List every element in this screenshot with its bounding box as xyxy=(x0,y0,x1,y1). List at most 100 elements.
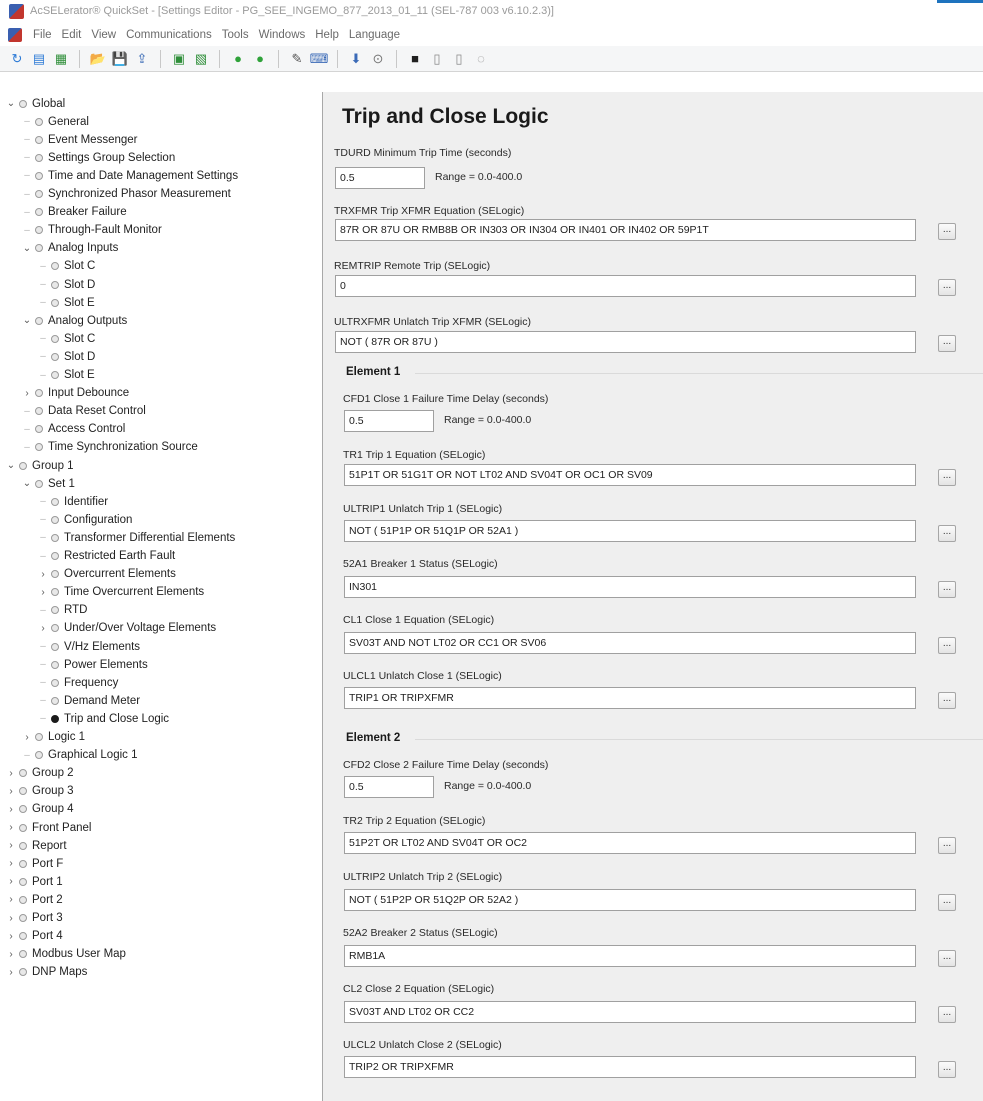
tree-item-slot-c[interactable]: – Slot C xyxy=(38,330,95,347)
tree-item-data-reset-control[interactable]: – Data Reset Control xyxy=(22,403,146,420)
ulcl1-input[interactable] xyxy=(344,687,916,709)
ultrip2-edit-button[interactable]: ... xyxy=(938,894,956,911)
tr2-edit-button[interactable]: ... xyxy=(938,837,956,854)
cfd1-input[interactable] xyxy=(344,410,434,432)
export-icon[interactable]: ▧ xyxy=(192,50,210,68)
tree-item-graphical-logic-1[interactable]: – Graphical Logic 1 xyxy=(22,747,137,764)
chevron-down-icon[interactable]: ⌄ xyxy=(22,315,32,326)
cl2-edit-button[interactable]: ... xyxy=(938,1006,956,1023)
tree-item-access-control[interactable]: – Access Control xyxy=(22,421,125,438)
tree-item-power-elements[interactable]: – Power Elements xyxy=(38,656,148,673)
tree-item-time-synchronization-source[interactable]: – Time Synchronization Source xyxy=(22,439,198,456)
cl1-edit-button[interactable]: ... xyxy=(938,637,956,654)
chevron-right-icon[interactable]: › xyxy=(6,858,16,869)
tree-item-identifier[interactable]: – Identifier xyxy=(38,493,108,510)
tree-item-slot-c[interactable]: – Slot C xyxy=(38,258,95,275)
menu-language[interactable]: Language xyxy=(344,29,405,41)
event-icon[interactable]: ⬇ xyxy=(347,50,365,68)
cl2-input[interactable] xyxy=(344,1001,916,1023)
remtrip-edit-button[interactable]: ... xyxy=(938,279,956,296)
menu-tools[interactable]: Tools xyxy=(217,29,254,41)
tree-item-settings-group-selection[interactable]: – Settings Group Selection xyxy=(22,149,175,166)
chevron-right-icon[interactable]: › xyxy=(38,587,48,598)
ulcl1-edit-button[interactable]: ... xyxy=(938,692,956,709)
tree-item-port-2[interactable]: › Port 2 xyxy=(6,891,62,908)
tree-item-port-4[interactable]: › Port 4 xyxy=(6,928,62,945)
remtrip-input[interactable] xyxy=(335,275,916,297)
chevron-right-icon[interactable]: › xyxy=(6,822,16,833)
open-icon[interactable]: ▦ xyxy=(52,50,70,68)
chevron-right-icon[interactable]: › xyxy=(22,732,32,743)
chevron-right-icon[interactable]: › xyxy=(38,623,48,634)
tree-item-global[interactable]: ⌄ Global xyxy=(6,95,65,112)
tree-item-breaker-failure[interactable]: – Breaker Failure xyxy=(22,204,126,221)
tree-item-configuration[interactable]: – Configuration xyxy=(38,511,132,528)
ultrip1-input[interactable] xyxy=(344,520,916,542)
tree-item-port-1[interactable]: › Port 1 xyxy=(6,873,62,890)
document-icon[interactable] xyxy=(8,28,22,42)
tree-item-overcurrent-elements[interactable]: › Overcurrent Elements xyxy=(38,566,176,583)
tree-item-general[interactable]: – General xyxy=(22,113,89,130)
tree-item-slot-e[interactable]: – Slot E xyxy=(38,294,94,311)
ultrxfmr-edit-button[interactable]: ... xyxy=(938,335,956,352)
tree-item-slot-e[interactable]: – Slot E xyxy=(38,367,94,384)
tree-item-modbus-user-map[interactable]: › Modbus User Map xyxy=(6,946,126,963)
tree-item-report[interactable]: › Report xyxy=(6,837,66,854)
chevron-right-icon[interactable]: › xyxy=(6,931,16,942)
go-green2-icon[interactable]: ● xyxy=(251,50,269,68)
chevron-down-icon[interactable]: ⌄ xyxy=(6,460,16,471)
menu-view[interactable]: View xyxy=(86,29,121,41)
tree-item-restricted-earth-fault[interactable]: – Restricted Earth Fault xyxy=(38,548,175,565)
send-icon[interactable]: ⇪ xyxy=(133,50,151,68)
tree-item-group-1[interactable]: ⌄ Group 1 xyxy=(6,457,74,474)
ulcl2-edit-button[interactable]: ... xyxy=(938,1061,956,1078)
tree-item-under-over-voltage-elements[interactable]: › Under/Over Voltage Elements xyxy=(38,620,216,637)
refresh-icon[interactable]: ↻ xyxy=(8,50,26,68)
tr1-edit-button[interactable]: ... xyxy=(938,469,956,486)
tree-item-trip-and-close-logic[interactable]: – Trip and Close Logic xyxy=(38,710,169,727)
tree-item-transformer-differential-elements[interactable]: – Transformer Differential Elements xyxy=(38,529,235,546)
menu-communications[interactable]: Communications xyxy=(121,29,217,41)
cfd2-input[interactable] xyxy=(344,776,434,798)
ultrip2-input[interactable] xyxy=(344,889,916,911)
report-icon[interactable]: ▣ xyxy=(170,50,188,68)
tree-item-v-hz-elements[interactable]: – V/Hz Elements xyxy=(38,638,140,655)
tree-item-set-1[interactable]: ⌄ Set 1 xyxy=(22,475,75,492)
folder-icon[interactable]: 📂 xyxy=(89,50,107,68)
chevron-down-icon[interactable]: ⌄ xyxy=(22,243,32,254)
wrench-icon[interactable]: ✎ xyxy=(288,50,306,68)
doc-icon[interactable]: ▯ xyxy=(450,50,468,68)
tree-item-time-overcurrent-elements[interactable]: › Time Overcurrent Elements xyxy=(38,584,204,601)
ultrip1-edit-button[interactable]: ... xyxy=(938,525,956,542)
tree-item-port-f[interactable]: › Port F xyxy=(6,855,63,872)
settings-icon[interactable]: ◌ xyxy=(472,50,490,68)
tree-item-synchronized-phasor-measurement[interactable]: – Synchronized Phasor Measurement xyxy=(22,186,231,203)
tree-item-group-3[interactable]: › Group 3 xyxy=(6,783,73,800)
menu-file[interactable]: File xyxy=(28,29,57,41)
chevron-right-icon[interactable]: › xyxy=(6,840,16,851)
tree-item-through-fault-monitor[interactable]: – Through-Fault Monitor xyxy=(22,222,162,239)
chevron-right-icon[interactable]: › xyxy=(6,786,16,797)
tree-item-event-messenger[interactable]: – Event Messenger xyxy=(22,131,137,148)
chevron-right-icon[interactable]: › xyxy=(6,804,16,815)
tree-item-dnp-maps[interactable]: › DNP Maps xyxy=(6,964,87,981)
chevron-down-icon[interactable]: ⌄ xyxy=(6,98,16,109)
cl1-input[interactable] xyxy=(344,632,916,654)
tree-item-analog-inputs[interactable]: ⌄ Analog Inputs xyxy=(22,240,119,257)
tree-item-analog-outputs[interactable]: ⌄ Analog Outputs xyxy=(22,312,127,329)
tree-item-rtd[interactable]: – RTD xyxy=(38,602,87,619)
tr2-input[interactable] xyxy=(344,832,916,854)
trxfmr-edit-button[interactable]: ... xyxy=(938,223,956,240)
s52a2-input[interactable] xyxy=(344,945,916,967)
chevron-right-icon[interactable]: › xyxy=(6,894,16,905)
tree-item-slot-d[interactable]: – Slot D xyxy=(38,348,95,365)
settings-tree[interactable]: ⌄ Global – General – Event Messenger – Settings… xyxy=(0,92,323,1101)
chevron-right-icon[interactable]: › xyxy=(6,949,16,960)
s52a1-edit-button[interactable]: ... xyxy=(938,581,956,598)
chevron-right-icon[interactable]: › xyxy=(38,569,48,580)
tr1-input[interactable] xyxy=(344,464,916,486)
tree-item-frequency[interactable]: – Frequency xyxy=(38,674,118,691)
tree-item-front-panel[interactable]: › Front Panel xyxy=(6,819,91,836)
tree-item-logic-1[interactable]: › Logic 1 xyxy=(22,729,85,746)
hmi-icon[interactable]: ■ xyxy=(406,50,424,68)
